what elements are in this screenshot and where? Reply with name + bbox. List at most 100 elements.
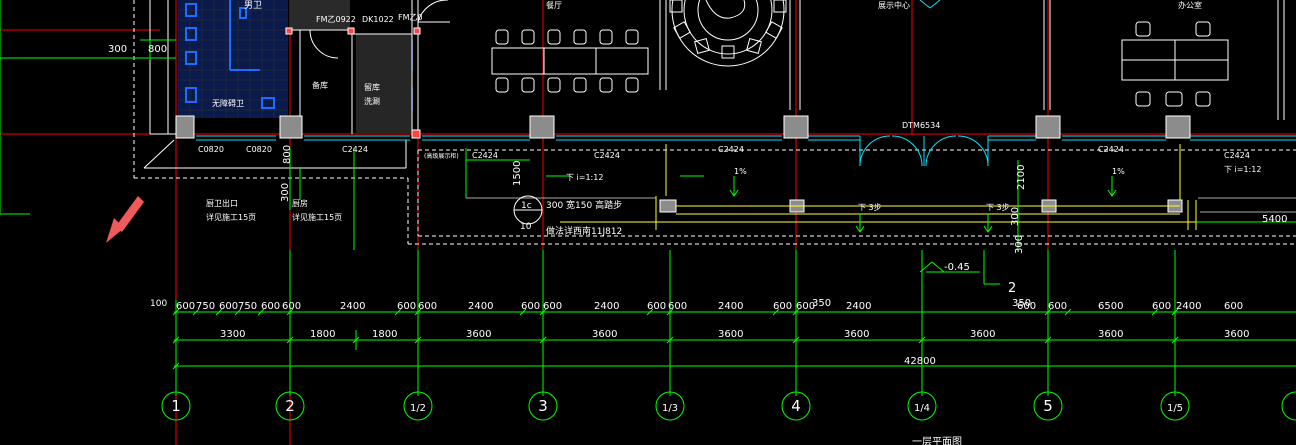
label-ramp-1: 下 i=1:12 [566, 173, 603, 182]
label-note-a1: 厨卫出口 [206, 198, 238, 208]
label-step-note: 300 宽150 高踏步 [546, 199, 622, 211]
step-lines [560, 144, 1197, 230]
dim-v-300: 300 [280, 183, 291, 202]
dim-row1-value: 600 [668, 301, 687, 312]
dim-row1-value: 600 [397, 301, 416, 312]
dim-total: 42800 [904, 356, 936, 367]
dimension-row-1: 600 750 600 750 600 600 2400 600 600 2400 600 600 24… [176, 301, 1243, 312]
label-washroom-2: 洗涮 [364, 96, 380, 106]
label-c2424-d: C2424 [718, 145, 744, 154]
label-tag-1c: 1c [521, 201, 532, 211]
label-c0820-a: C0820 [198, 145, 224, 154]
dim-left-300: 300 [108, 44, 127, 55]
dim-row1-value: 600 [1152, 301, 1171, 312]
dim-row2-value: 3600 [466, 329, 491, 340]
dim-row1-value: 600 [543, 301, 562, 312]
entrance-doors [859, 135, 989, 167]
dim-row2-value: 3600 [1098, 329, 1123, 340]
label-step-1: 下 3步 [858, 203, 882, 212]
label-method-note: 做法详西南11J812 [546, 225, 622, 237]
axis-label-1: 1 [171, 397, 181, 415]
dim-row1-value: 600 [1017, 301, 1036, 312]
dim-row1-value: 2400 [1176, 301, 1201, 312]
label-c2424-a: C2424 [342, 145, 368, 154]
axis-label-3: 3 [538, 397, 548, 415]
dim-row2-value: 1800 [310, 329, 335, 340]
label-toilet: 男卫 [244, 0, 262, 11]
label-c2424-e: C2424 [1098, 145, 1124, 154]
dimension-row-2: 3300 1800 1800 3600 3600 3600 3600 3600 3600 3600 [220, 329, 1249, 340]
label-slope-2: 1% [1112, 167, 1125, 176]
dim-row2-value: 3600 [592, 329, 617, 340]
dim-row1-value: 600 [521, 301, 540, 312]
label-c2424-f: C2424 [1224, 151, 1250, 160]
dim-row1-value: 600 [261, 301, 280, 312]
columns [175, 27, 1191, 213]
floor-plan-drawing: 男卫 FM乙0922 DK1022 FM乙0 无障碍卫 备库 留库 洗涮 餐厅 … [0, 0, 1296, 445]
label-tag-10: 10 [520, 222, 532, 232]
label-restaurant: 餐厅 [546, 1, 562, 10]
dim-row1-value: 2400 [594, 301, 619, 312]
dim-row1-value: 600 [647, 301, 666, 312]
label-door-3: FM乙0 [398, 13, 423, 22]
label-exhibition: 展示中心 [878, 0, 910, 10]
label-storage: 备库 [312, 80, 328, 90]
label-note-a2: 详见施工15页 [206, 212, 256, 222]
furniture-restaurant [491, 29, 649, 93]
dim-row1-value: 600 [796, 301, 815, 312]
axis-labels: 1 2 1/2 3 1/3 4 1/4 5 1/5 [171, 397, 1183, 415]
dim-v-1500: 1500 [512, 161, 523, 186]
label-washroom-1: 留库 [364, 82, 380, 92]
axis-label-1-5: 1/5 [1167, 403, 1183, 414]
dim-left-800: 800 [148, 44, 167, 55]
label-elevation: -0.45 [944, 262, 970, 273]
label-door-1: FM乙0922 [316, 15, 356, 24]
axis-label-1-2: 1/2 [410, 403, 426, 414]
dim-row2-value: 1800 [372, 329, 397, 340]
label-step-2: 下 3步 [986, 203, 1010, 212]
pointer-arrow [106, 196, 144, 243]
label-office: 办公室 [1178, 0, 1202, 10]
label-c2424-b: C2424 [472, 151, 498, 160]
axis-bubbles [161, 370, 1296, 421]
axis-label-2: 2 [285, 397, 295, 415]
dim-row1-value: 2400 [340, 301, 365, 312]
label-c0820-b: C0820 [246, 145, 272, 154]
cad-viewport[interactable]: 男卫 FM乙0922 DK1022 FM乙0 无障碍卫 备库 留库 洗涮 餐厅 … [0, 0, 1296, 445]
dim-row1-value: 2400 [468, 301, 493, 312]
label-dtm6534: DTM6534 [902, 121, 940, 130]
axis-label-5: 5 [1043, 397, 1053, 415]
axis-label-4: 4 [791, 397, 801, 415]
dim-v-800: 800 [282, 145, 293, 164]
window-strips [196, 135, 1296, 141]
dim-row1-value: 600 [773, 301, 792, 312]
dim-v-300b: 300 [1010, 207, 1021, 226]
dim-row2-value: 3600 [1224, 329, 1249, 340]
dim-row1-value: 6500 [1098, 301, 1123, 312]
dim-row1-value: 750 [196, 301, 215, 312]
dim-v-2100: 2100 [1016, 165, 1027, 190]
label-ramp-2: 下 i=1:12 [1224, 165, 1261, 174]
elevation-marker [919, 261, 945, 273]
round-table [669, 0, 787, 67]
label-c2424-c: C2424 [594, 151, 620, 160]
dim-row2-value: 3300 [220, 329, 245, 340]
slope-arrows [729, 176, 1117, 233]
label-door-2: DK1022 [362, 15, 394, 24]
dim-row2-value: 3600 [844, 329, 869, 340]
dim-row1-value: 750 [238, 301, 257, 312]
label-accessible-toilet: 无障碍卫 [212, 98, 244, 108]
axis-label-1-4: 1/4 [914, 403, 930, 414]
dim-row2-value: 3600 [970, 329, 995, 340]
dim-row1-value: 600 [1048, 301, 1067, 312]
label-slope-1: 1% [734, 167, 747, 176]
dim-row1-value: 600 [219, 301, 238, 312]
label-note-b1: 厨房 [292, 198, 308, 208]
label-note-b2: 详见施工15页 [292, 212, 342, 222]
dim-row1-value: 2400 [718, 301, 743, 312]
dim-v-300c: 300 [1014, 235, 1025, 254]
dim-row2-value: 3600 [718, 329, 743, 340]
dim-row1-value: 600 [176, 301, 195, 312]
dim-row1-value: 600 [282, 301, 301, 312]
dim-5400: 5400 [1262, 214, 1287, 225]
